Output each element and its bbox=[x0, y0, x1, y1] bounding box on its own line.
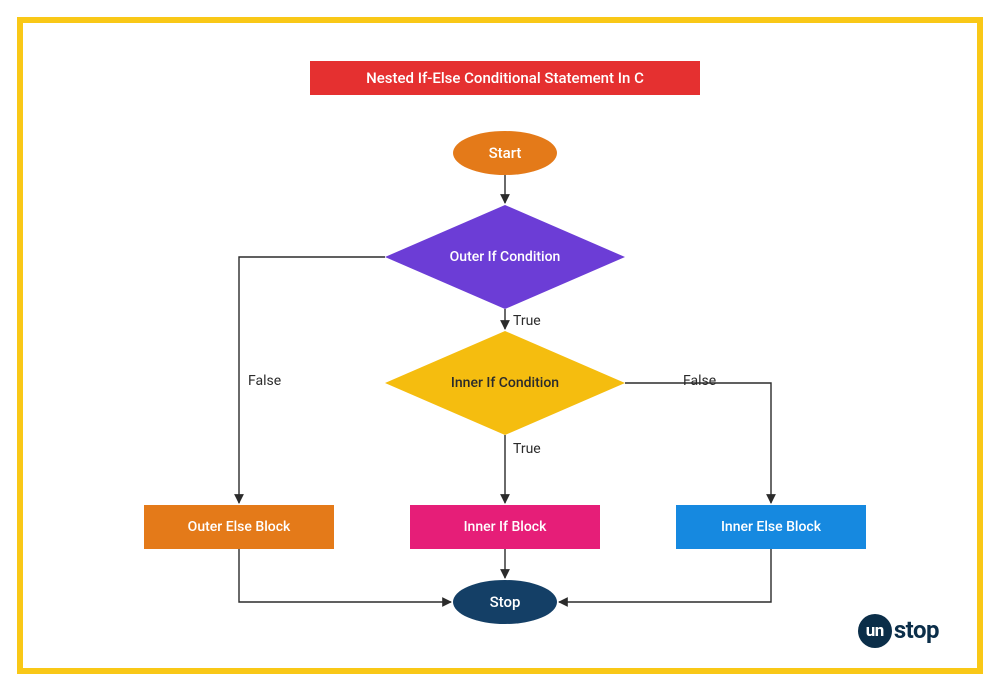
inner-if-decision: Inner If Condition bbox=[385, 331, 625, 435]
brand-logo-text: stop bbox=[894, 616, 939, 644]
start-node: Start bbox=[453, 131, 557, 175]
inner-else-block: Inner Else Block bbox=[676, 505, 866, 549]
brand-logo: unstop bbox=[858, 616, 939, 650]
edge-label-inner-true: True bbox=[513, 441, 541, 457]
edge-label-inner-false: False bbox=[683, 373, 716, 389]
diagram-frame: Nested If-Else Conditional Statement In … bbox=[17, 17, 983, 674]
stop-node: Stop bbox=[453, 580, 557, 624]
edge-label-outer-false: False bbox=[248, 373, 281, 389]
outer-else-block: Outer Else Block bbox=[144, 505, 334, 549]
diagram-title: Nested If-Else Conditional Statement In … bbox=[310, 61, 700, 95]
brand-logo-circle: un bbox=[858, 614, 892, 648]
outer-if-decision: Outer If Condition bbox=[385, 205, 625, 309]
inner-if-block: Inner If Block bbox=[410, 505, 600, 549]
edge-label-outer-true: True bbox=[513, 313, 541, 329]
